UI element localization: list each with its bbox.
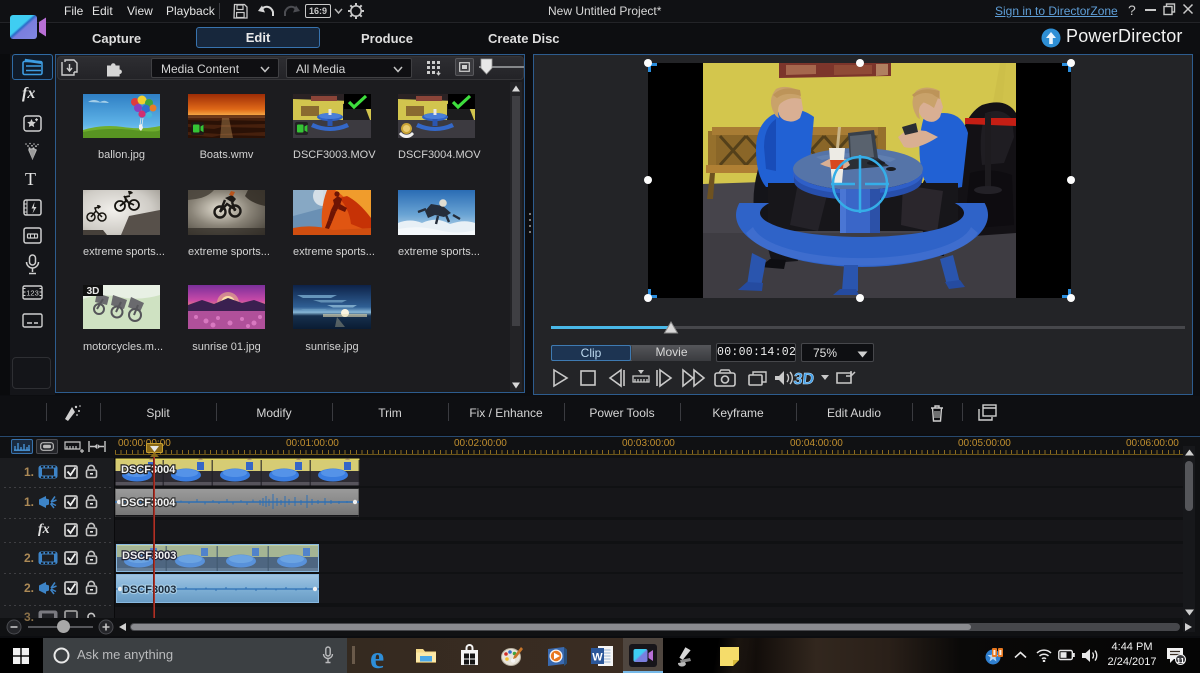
svg-text:DSCF3003: DSCF3003 bbox=[122, 550, 176, 562]
svg-text:3D: 3D bbox=[793, 370, 815, 388]
svg-text:3D: 3D bbox=[87, 286, 100, 297]
svg-text:DSCF3004: DSCF3004 bbox=[121, 464, 176, 476]
svg-text:W: W bbox=[592, 652, 603, 664]
svg-text:123: 123 bbox=[26, 289, 39, 298]
svg-text:DSCF3003: DSCF3003 bbox=[122, 584, 176, 596]
svg-text:11: 11 bbox=[1177, 656, 1185, 665]
svg-text:DSCF3004: DSCF3004 bbox=[121, 497, 176, 509]
